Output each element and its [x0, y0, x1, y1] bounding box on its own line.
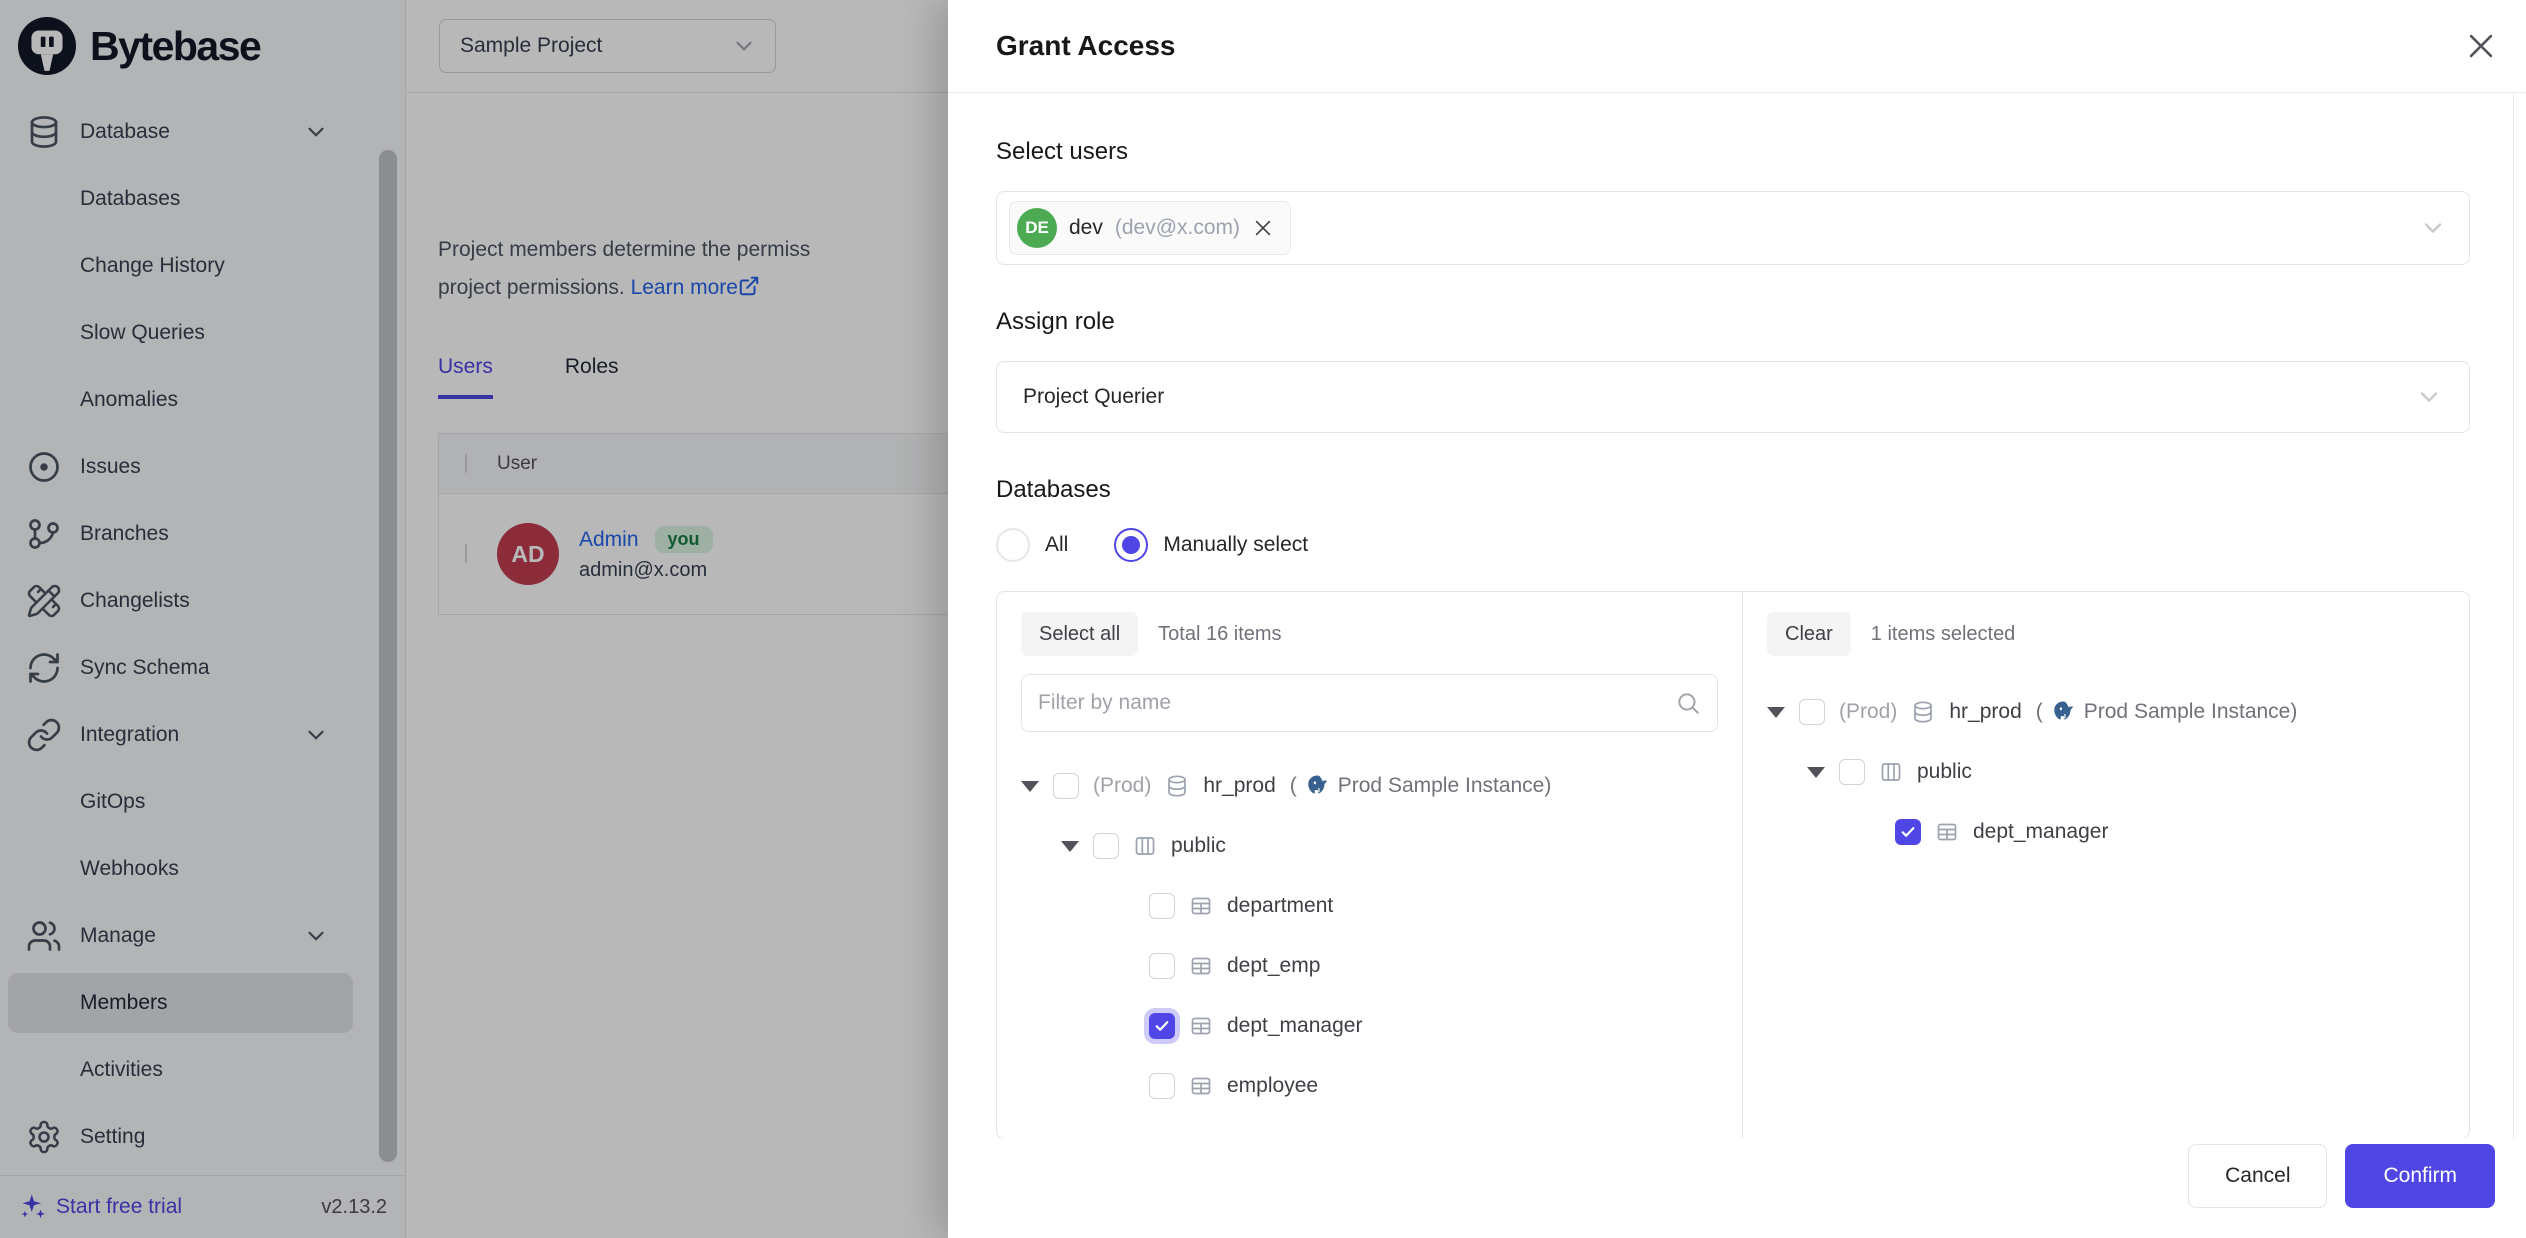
- caret-down-icon[interactable]: [1807, 767, 1825, 778]
- chip-user-name: dev: [1069, 216, 1103, 240]
- modal-scrollbar-track[interactable]: [2513, 94, 2526, 1238]
- table-name: employee: [1227, 1074, 1318, 1098]
- paren: (: [1290, 774, 1297, 798]
- checkbox[interactable]: [1053, 773, 1079, 799]
- table-icon: [1189, 1014, 1213, 1038]
- checkbox[interactable]: [1149, 953, 1175, 979]
- modal-footer: Cancel Confirm: [948, 1138, 2526, 1238]
- check-icon: [1153, 1017, 1171, 1035]
- database-transfer-panel: Select all Total 16 items (Prod): [996, 591, 2470, 1139]
- tree-row-database: (Prod) hr_prod ( Prod Sample Instance): [1767, 682, 2445, 742]
- caret-down-icon[interactable]: [1061, 841, 1079, 852]
- table-name: department: [1227, 894, 1333, 918]
- tree-row-table: department: [1021, 876, 1718, 936]
- caret-down-icon[interactable]: [1021, 781, 1039, 792]
- table-icon: [1935, 820, 1959, 844]
- schema-name: public: [1917, 760, 1972, 784]
- radio-all-label: All: [1045, 533, 1068, 557]
- schema-icon: [1133, 834, 1157, 858]
- instance-label: ( Prod Sample Instance): [2036, 699, 2298, 726]
- checkbox[interactable]: [1149, 1073, 1175, 1099]
- radio-all[interactable]: All: [996, 528, 1068, 562]
- user-chip: DE dev (dev@x.com): [1009, 201, 1291, 255]
- tree-row-schema: public: [1021, 816, 1718, 876]
- databases-label: Databases: [996, 475, 2470, 505]
- modal-title: Grant Access: [996, 30, 1176, 62]
- table-name: dept_manager: [1227, 1014, 1362, 1038]
- selected-items-label: 1 items selected: [1871, 623, 2016, 646]
- modal-header: Grant Access: [948, 0, 2526, 93]
- instance-name: Prod Sample Instance): [2084, 700, 2298, 724]
- radio-manual-label: Manually select: [1163, 533, 1308, 557]
- checkbox[interactable]: [1839, 759, 1865, 785]
- tree-row-table: dept_emp: [1021, 936, 1718, 996]
- table-name: dept_emp: [1227, 954, 1320, 978]
- database-icon: [1165, 774, 1189, 798]
- bytebase-app: Bytebase Database Databases Change Histo…: [0, 0, 2526, 1238]
- clear-button[interactable]: Clear: [1767, 612, 1851, 656]
- assign-role-label: Assign role: [996, 307, 2470, 337]
- env-label: (Prod): [1093, 774, 1151, 798]
- search-icon: [1675, 690, 1701, 716]
- filter-box: [1021, 674, 1718, 732]
- paren: (: [2036, 700, 2043, 724]
- select-users-label: Select users: [996, 137, 2470, 167]
- selected-tree: (Prod) hr_prod ( Prod Sample Instance) pu…: [1767, 682, 2445, 862]
- tree-row-table: employee: [1021, 1056, 1718, 1116]
- postgresql-icon: [1304, 773, 1331, 800]
- table-name: dept_manager: [1973, 820, 2108, 844]
- checkbox[interactable]: [1093, 833, 1119, 859]
- source-tree: (Prod) hr_prod ( Prod Sample Instance) pu…: [1021, 756, 1718, 1116]
- table-icon: [1189, 954, 1213, 978]
- selected-pane-header: Clear 1 items selected: [1767, 612, 2445, 656]
- checkbox-checked[interactable]: [1895, 819, 1921, 845]
- database-name: hr_prod: [1203, 774, 1275, 798]
- radio-manually-select[interactable]: Manually select: [1114, 528, 1308, 562]
- database-icon: [1911, 700, 1935, 724]
- chevron-down-icon: [2419, 214, 2447, 242]
- tree-row-table: dept_manager: [1767, 802, 2445, 862]
- select-all-button[interactable]: Select all: [1021, 612, 1138, 656]
- filter-input[interactable]: [1038, 691, 1675, 715]
- database-scope-radios: All Manually select: [996, 527, 2470, 563]
- postgresql-icon: [2050, 699, 2077, 726]
- caret-down-icon[interactable]: [1767, 707, 1785, 718]
- database-name: hr_prod: [1949, 700, 2021, 724]
- role-select[interactable]: Project Querier: [996, 361, 2470, 433]
- instance-label: ( Prod Sample Instance): [1290, 773, 1552, 800]
- table-icon: [1189, 1074, 1213, 1098]
- selected-pane: Clear 1 items selected (Prod) hr_prod (P…: [1742, 592, 2469, 1138]
- chip-user-email: (dev@x.com): [1115, 216, 1240, 240]
- tree-row-table: dept_manager: [1021, 996, 1718, 1056]
- schema-name: public: [1171, 834, 1226, 858]
- chevron-down-icon: [2415, 383, 2443, 411]
- radio-circle-checked[interactable]: [1114, 528, 1148, 562]
- instance-name: Prod Sample Instance): [1338, 774, 1552, 798]
- total-items-label: Total 16 items: [1158, 623, 1281, 646]
- env-label: (Prod): [1839, 700, 1897, 724]
- modal-body: Select users DE dev (dev@x.com) Assign r…: [948, 93, 2526, 1139]
- cancel-button[interactable]: Cancel: [2188, 1144, 2327, 1208]
- grant-access-modal: Grant Access Select users DE dev (dev@x.…: [948, 0, 2526, 1238]
- remove-user-icon[interactable]: [1252, 217, 1274, 239]
- tree-row-schema: public: [1767, 742, 2445, 802]
- schema-icon: [1879, 760, 1903, 784]
- source-pane: Select all Total 16 items (Prod): [997, 592, 1742, 1138]
- confirm-button[interactable]: Confirm: [2345, 1144, 2495, 1208]
- table-icon: [1189, 894, 1213, 918]
- checkbox[interactable]: [1149, 893, 1175, 919]
- avatar: DE: [1017, 208, 1057, 248]
- check-icon: [1899, 823, 1917, 841]
- source-pane-header: Select all Total 16 items: [1021, 612, 1718, 656]
- tree-row-database: (Prod) hr_prod ( Prod Sample Instance): [1021, 756, 1718, 816]
- checkbox[interactable]: [1799, 699, 1825, 725]
- role-select-value: Project Querier: [1023, 385, 1164, 409]
- checkbox-checked[interactable]: [1149, 1013, 1175, 1039]
- close-icon[interactable]: [2464, 29, 2498, 63]
- radio-circle[interactable]: [996, 528, 1030, 562]
- select-users-input[interactable]: DE dev (dev@x.com): [996, 191, 2470, 265]
